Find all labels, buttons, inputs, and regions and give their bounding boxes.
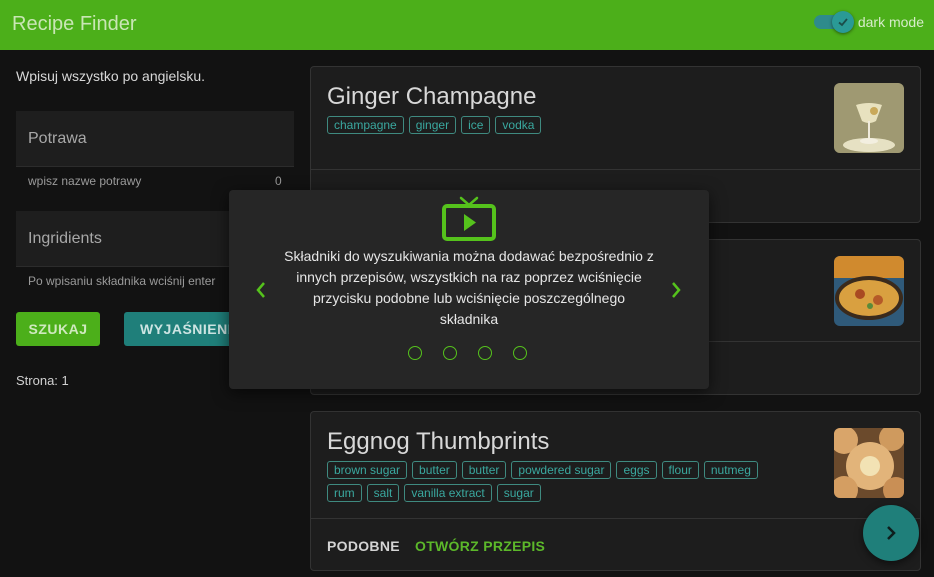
recipe-image — [834, 256, 904, 326]
chevron-left-icon[interactable] — [253, 278, 269, 307]
dark-mode-toggle[interactable]: dark mode — [813, 11, 924, 33]
ingredient-tag[interactable]: butter — [461, 461, 507, 479]
ingredient-tag[interactable]: ginger — [408, 116, 457, 134]
ingredient-tag[interactable]: powdered sugar — [511, 461, 612, 479]
recipe-image — [834, 428, 904, 498]
chevron-right-icon — [887, 526, 896, 540]
language-hint: Wpisuj wszystko po angielsku. — [16, 68, 206, 84]
ingredients-helper-text: Po wpisaniu składnika wciśnij enter — [28, 274, 216, 288]
next-page-button[interactable] — [863, 505, 919, 561]
carousel-dot[interactable] — [408, 346, 422, 360]
carousel-dots — [408, 346, 527, 360]
card-divider — [311, 169, 920, 170]
ingredient-tag[interactable]: nutmeg — [703, 461, 758, 479]
dish-field-label: Potrawa — [28, 130, 87, 147]
carousel-dot[interactable] — [513, 346, 527, 360]
page-indicator: Strona: 1 — [16, 373, 69, 388]
chevron-right-icon[interactable] — [668, 278, 684, 307]
tutorial-carousel: Składniki do wyszukiwania można dodawać … — [229, 190, 709, 389]
open-recipe-button[interactable]: OTWÓRZ PRZEPIS — [415, 538, 545, 554]
carousel-dot[interactable] — [443, 346, 457, 360]
check-icon — [831, 11, 854, 33]
similar-button[interactable]: PODOBNE — [327, 538, 400, 554]
ingredient-tag[interactable]: eggs — [616, 461, 657, 479]
recipe-card: Eggnog Thumbprints brown sugar butter bu… — [310, 411, 921, 571]
ingredient-tag[interactable]: butter — [412, 461, 457, 479]
recipe-image — [834, 83, 904, 153]
ingredient-tag[interactable]: brown sugar — [327, 461, 408, 479]
recipe-title: Ginger Champagne — [327, 83, 537, 110]
ingredient-tag[interactable]: flour — [661, 461, 699, 479]
app-bar: Recipe Finder dark mode — [0, 0, 934, 50]
tutorial-text: Składniki do wyszukiwania można dodawać … — [284, 248, 654, 327]
recipe-title: Eggnog Thumbprints — [327, 428, 550, 455]
ingredient-tag[interactable]: rum — [327, 484, 362, 502]
app-title: Recipe Finder — [12, 13, 137, 35]
ingredient-tag[interactable]: vanilla extract — [404, 484, 492, 502]
carousel-dot[interactable] — [478, 346, 492, 360]
dish-helper-text: wpisz nazwe potrawy — [28, 174, 142, 188]
dark-mode-label: dark mode — [857, 14, 924, 30]
dark-mode-switch[interactable] — [813, 11, 854, 33]
ingredient-tag[interactable]: salt — [366, 484, 400, 502]
dish-char-counter: 0 — [275, 174, 282, 188]
card-divider — [311, 518, 920, 519]
tv-play-icon — [441, 194, 497, 247]
ingredient-tag[interactable]: vodka — [495, 116, 542, 134]
search-button[interactable]: SZUKAJ — [16, 312, 100, 346]
ingredient-tag[interactable]: champagne — [327, 116, 404, 134]
ingredient-tag[interactable]: ice — [461, 116, 491, 134]
dish-field[interactable]: Potrawa — [16, 111, 294, 167]
ingredients-field-label: Ingridients — [28, 230, 102, 247]
recipe-tags: brown sugar butter butter powdered sugar… — [327, 461, 797, 502]
ingredient-tag[interactable]: sugar — [496, 484, 541, 502]
recipe-tags: champagne ginger ice vodka — [327, 116, 797, 134]
